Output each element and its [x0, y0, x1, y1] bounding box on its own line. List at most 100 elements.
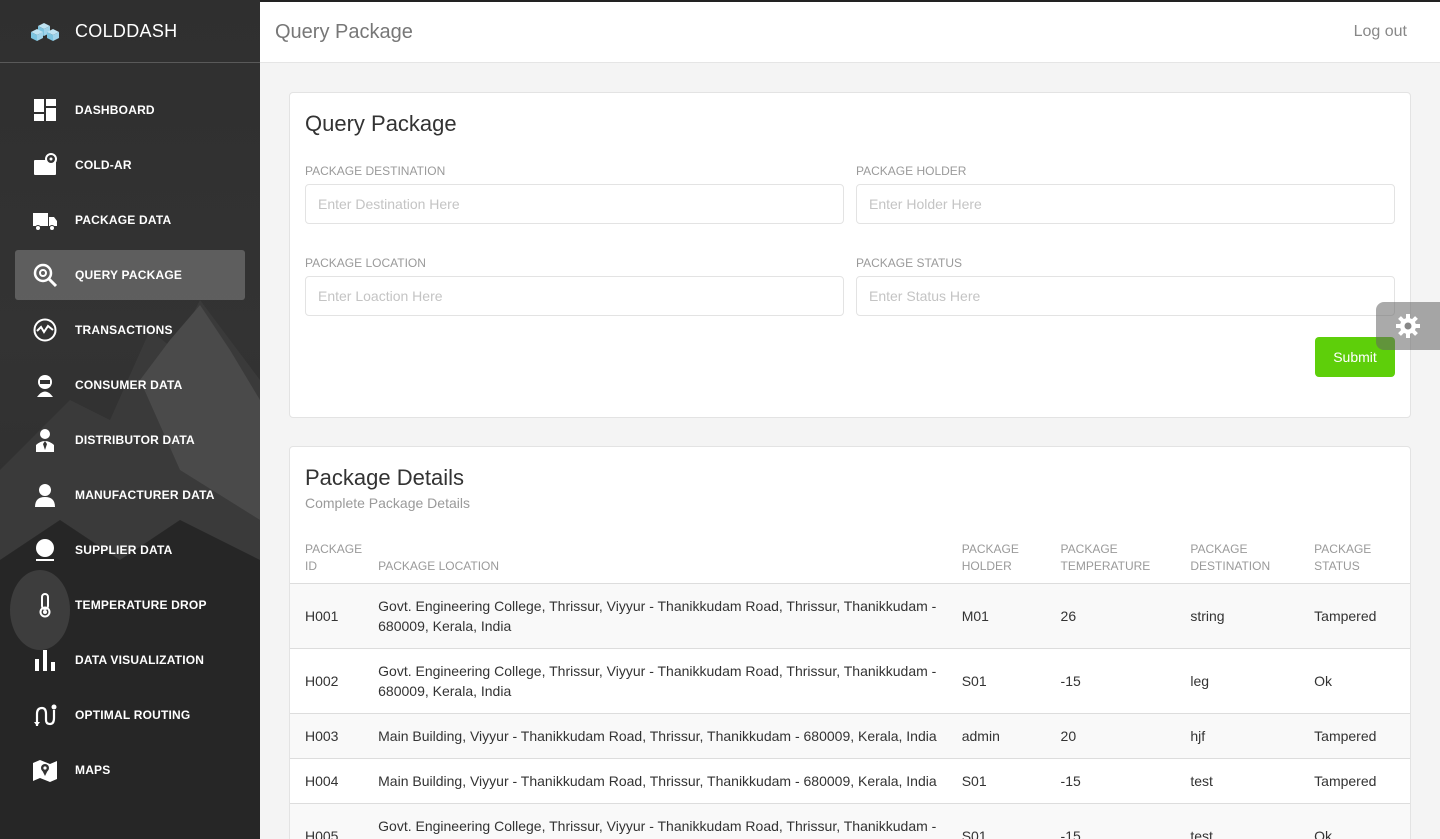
table-row[interactable]: H003 Main Building, Viyyur - Thanikkudam… [290, 713, 1410, 759]
cell-package-id: H005 [290, 803, 371, 839]
card-title: Package Details [305, 465, 464, 490]
cell-package-temperature: -15 [1052, 803, 1183, 839]
status-label: PACKAGE STATUS [856, 256, 963, 270]
sidebar-item-maps[interactable]: MAPS [15, 745, 245, 795]
sidebar-item-consumer-data[interactable]: CONSUMER DATA [15, 360, 245, 410]
sidebar-item-label: SUPPLIER DATA [75, 543, 173, 557]
sidebar-item-label: DISTRIBUTOR DATA [75, 433, 195, 447]
cell-package-id: H004 [290, 758, 371, 804]
cell-package-temperature: -15 [1052, 758, 1183, 804]
cell-package-location: Govt. Engineering College, Thrissur, Viy… [370, 583, 954, 649]
column-header-package-location[interactable]: PACKAGE LOCATION [370, 535, 954, 584]
column-header-package-destination[interactable]: PACKAGE DESTINATION [1182, 535, 1307, 584]
cell-package-destination: hjf [1182, 713, 1307, 759]
brand[interactable]: COLDDASH [0, 0, 260, 63]
cell-package-destination: test [1182, 803, 1307, 839]
sidebar-item-cold-ar[interactable]: COLD-AR [15, 140, 245, 190]
location-label: PACKAGE LOCATION [305, 256, 426, 270]
sidebar-item-label: PACKAGE DATA [75, 213, 172, 227]
cell-package-location: Main Building, Viyyur - Thanikkudam Road… [370, 758, 954, 804]
destination-input[interactable] [305, 184, 844, 224]
cell-package-status: Ok [1306, 648, 1410, 714]
sidebar-item-distributor-data[interactable]: DISTRIBUTOR DATA [15, 415, 245, 465]
cell-package-status: Tampered [1306, 583, 1410, 649]
sidebar-item-label: TRANSACTIONS [75, 323, 173, 337]
dashboard-icon [32, 97, 58, 123]
package-details-card: Package Details Complete Package Details… [289, 446, 1411, 839]
top-bar: Query Package Log out [260, 0, 1440, 63]
sidebar-item-optimal-routing[interactable]: OPTIMAL ROUTING [15, 690, 245, 740]
destination-label: PACKAGE DESTINATION [305, 164, 446, 178]
bar-chart-icon [32, 647, 58, 673]
sidebar-item-package-data[interactable]: PACKAGE DATA [15, 195, 245, 245]
table-row[interactable]: H002 Govt. Engineering College, Thrissur… [290, 648, 1410, 714]
cubes-logo-icon [31, 23, 59, 41]
cell-package-holder: S01 [953, 648, 1053, 714]
status-input[interactable] [856, 276, 1395, 316]
thermometer-icon [32, 592, 58, 618]
cell-package-destination: leg [1182, 648, 1307, 714]
cell-package-id: H001 [290, 583, 371, 649]
ar-icon [32, 152, 58, 178]
sidebar-item-label: COLD-AR [75, 158, 132, 172]
cell-package-id: H002 [290, 648, 371, 714]
holder-input[interactable] [856, 184, 1395, 224]
cell-package-destination: string [1182, 583, 1307, 649]
sidebar-item-label: QUERY PACKAGE [75, 268, 183, 282]
cell-package-location: Govt. Engineering College, Thrissur, Viy… [370, 648, 954, 714]
consumer-icon [32, 372, 58, 398]
card-subtitle: Complete Package Details [305, 495, 470, 511]
truck-icon [32, 207, 58, 233]
sidebar-item-data-visualization[interactable]: DATA VISUALIZATION [15, 635, 245, 685]
sidebar-item-label: DASHBOARD [75, 103, 155, 117]
sidebar-item-transactions[interactable]: TRANSACTIONS [15, 305, 245, 355]
brand-name: COLDDASH [75, 20, 178, 41]
location-input[interactable] [305, 276, 844, 316]
cell-package-id: H003 [290, 713, 371, 759]
table-row[interactable]: H004 Main Building, Viyyur - Thanikkudam… [290, 758, 1410, 804]
cell-package-holder: admin [953, 713, 1053, 759]
table-row[interactable]: H001 Govt. Engineering College, Thrissur… [290, 583, 1410, 649]
sidebar-item-temperature-drop[interactable]: TEMPERATURE DROP [15, 580, 245, 630]
sidebar-item-dashboard[interactable]: DASHBOARD [15, 85, 245, 135]
cell-package-status: Tampered [1306, 758, 1410, 804]
sidebar-item-label: MANUFACTURER DATA [75, 488, 215, 502]
card-title: Query Package [305, 111, 457, 136]
column-header-package-temperature[interactable]: PACKAGE TEMPERATURE [1052, 535, 1183, 584]
page-title: Query Package [275, 21, 413, 43]
table-row[interactable]: H005 Govt. Engineering College, Thrissur… [290, 803, 1410, 839]
manufacturer-icon [32, 482, 58, 508]
cell-package-holder: S01 [953, 803, 1053, 839]
cell-package-temperature: 26 [1052, 583, 1183, 649]
sidebar: COLDDASH DASHBOARD COLD-AR PACKAGE DATA … [0, 0, 260, 839]
sidebar-item-label: MAPS [75, 763, 111, 777]
sidebar-item-query-package[interactable]: QUERY PACKAGE [15, 250, 245, 300]
cell-package-location: Main Building, Viyyur - Thanikkudam Road… [370, 713, 954, 759]
column-header-package-holder[interactable]: PACKAGE HOLDER [953, 535, 1053, 584]
table-header-row: PACKAGE ID PACKAGE LOCATION PACKAGE HOLD… [290, 535, 1410, 584]
package-table: PACKAGE ID PACKAGE LOCATION PACKAGE HOLD… [290, 535, 1410, 839]
logout-link[interactable]: Log out [1354, 23, 1407, 41]
sidebar-item-label: DATA VISUALIZATION [75, 653, 205, 667]
column-header-package-id[interactable]: PACKAGE ID [290, 535, 371, 584]
cell-package-temperature: -15 [1052, 648, 1183, 714]
cell-package-location: Govt. Engineering College, Thrissur, Viy… [370, 803, 954, 839]
column-header-package-status[interactable]: PACKAGE STATUS [1306, 535, 1410, 584]
query-package-card: Query Package PACKAGE DESTINATION PACKAG… [289, 92, 1411, 418]
sidebar-item-label: OPTIMAL ROUTING [75, 708, 191, 722]
transactions-icon [32, 317, 58, 343]
cell-package-holder: S01 [953, 758, 1053, 804]
sidebar-item-label: TEMPERATURE DROP [75, 598, 207, 612]
cell-package-status: Ok [1306, 803, 1410, 839]
sidebar-item-supplier-data[interactable]: SUPPLIER DATA [15, 525, 245, 575]
supplier-icon [32, 537, 58, 563]
sidebar-nav: DASHBOARD COLD-AR PACKAGE DATA QUERY PAC… [15, 85, 245, 800]
settings-button[interactable] [1376, 302, 1440, 350]
search-icon [32, 262, 58, 288]
cell-package-temperature: 20 [1052, 713, 1183, 759]
map-icon [32, 757, 58, 783]
sidebar-item-manufacturer-data[interactable]: MANUFACTURER DATA [15, 470, 245, 520]
cell-package-status: Tampered [1306, 713, 1410, 759]
cell-package-destination: test [1182, 758, 1307, 804]
sidebar-item-label: CONSUMER DATA [75, 378, 183, 392]
